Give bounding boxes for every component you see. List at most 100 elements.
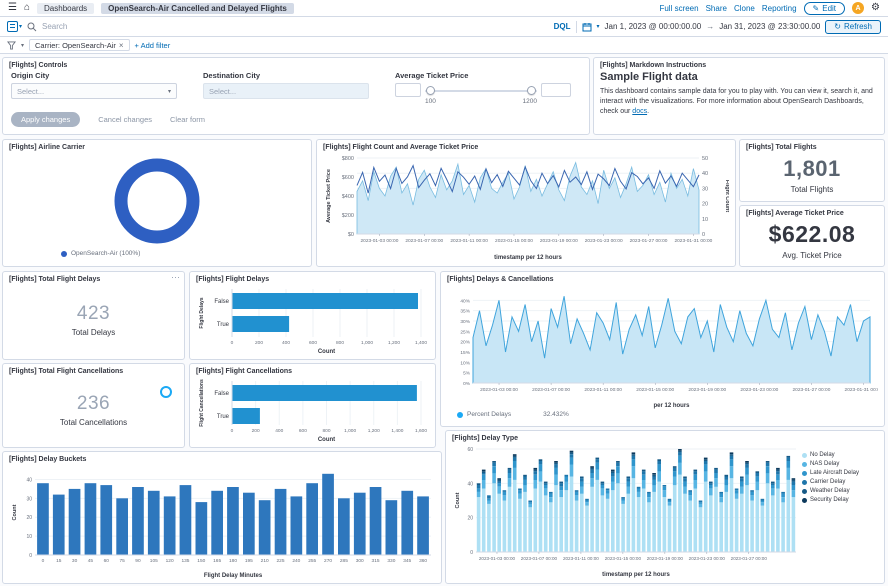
flight-delays-bar-chart[interactable]: 02004006008001,0001,2001,400FalseTrueCou… <box>196 285 429 355</box>
legend-item[interactable]: Late Aircraft Delay <box>802 470 876 476</box>
metric: 1,801 Total Flights <box>746 153 878 196</box>
panel-total-flights: [Flights] Total Flights 1,801 Total Flig… <box>739 139 885 202</box>
svg-text:135: 135 <box>181 558 189 564</box>
legend-item[interactable]: No Delay <box>802 452 876 458</box>
svg-text:800: 800 <box>336 340 344 346</box>
delay-buckets-bar-chart[interactable]: 0102030400153045607590105120135150165180… <box>9 465 435 579</box>
saved-query-menu-button[interactable]: ▾ <box>7 21 22 32</box>
destination-city-control: Destination City Select... <box>203 71 369 105</box>
legend-value: 32.432% <box>543 411 569 418</box>
breadcrumb-dashboards[interactable]: Dashboards <box>37 3 94 14</box>
panel-flight-cancellations: [Flights] Flight Cancellations 020040060… <box>189 363 436 448</box>
price-min-input[interactable] <box>395 83 421 97</box>
svg-text:1,200: 1,200 <box>388 340 400 346</box>
flight-count-price-chart[interactable]: 01020304050$0$200$400$600$8002023-01-03 … <box>323 153 729 261</box>
slider-handle-min[interactable] <box>426 86 435 95</box>
svg-text:timestamp per 12 hours: timestamp per 12 hours <box>494 255 562 261</box>
legend-item[interactable]: Weather Delay <box>802 488 876 494</box>
query-bar: ▾ DQL ▾ Jan 1, 2023 @ 00:00:00.00 → Jan … <box>0 17 888 37</box>
destination-city-label: Destination City <box>203 71 369 80</box>
legend-item[interactable]: NAS Delay <box>802 461 876 467</box>
ticket-price-label: Average Ticket Price <box>395 71 571 80</box>
filter-icon[interactable] <box>7 41 16 50</box>
apply-changes-button[interactable]: Apply changes <box>11 112 80 127</box>
metric-value: 236 <box>77 393 110 415</box>
full-screen-link[interactable]: Full screen <box>659 4 698 13</box>
price-max-input[interactable] <box>541 83 571 97</box>
svg-text:45: 45 <box>88 558 94 564</box>
metric-value: $622.08 <box>769 221 856 248</box>
avatar[interactable]: A <box>852 2 864 14</box>
panel-title: [Flights] Flight Cancellations <box>196 368 429 375</box>
add-filter-button[interactable]: + Add filter <box>135 41 171 50</box>
menu-icon[interactable]: ☰ <box>8 3 17 13</box>
svg-text:2023-01-03 00:00: 2023-01-03 00:00 <box>480 387 518 393</box>
svg-text:2023-01-19 00:00: 2023-01-19 00:00 <box>540 238 578 244</box>
price-range-slider[interactable] <box>425 84 537 97</box>
svg-text:Count: Count <box>455 492 461 508</box>
controls-row: Origin City Select... ▾ Destination City… <box>9 71 583 105</box>
docs-link[interactable]: docs <box>632 108 647 115</box>
svg-text:60: 60 <box>104 558 110 564</box>
svg-text:210: 210 <box>261 558 269 564</box>
legend-label: Carrier Delay <box>810 479 845 485</box>
svg-text:30: 30 <box>702 186 708 192</box>
delay-type-stacked-chart[interactable]: 02040602023-01-03 00:002023-01-07 00:002… <box>452 444 798 578</box>
filter-pill-carrier[interactable]: Carrier: OpenSearch-Air × <box>29 39 130 51</box>
legend-label: Late Aircraft Delay <box>810 470 859 476</box>
top-navigation-bar: ☰ ⌂ Dashboards OpenSearch-Air Cancelled … <box>0 0 888 17</box>
query-language-selector[interactable]: DQL <box>554 22 571 31</box>
svg-text:True: True <box>217 414 230 420</box>
legend-label[interactable]: Percent Delays <box>467 411 511 418</box>
reporting-link[interactable]: Reporting <box>762 4 797 13</box>
svg-text:270: 270 <box>324 558 332 564</box>
panel-action-focus-ring[interactable] <box>160 386 172 398</box>
svg-text:330: 330 <box>387 558 395 564</box>
panel-flight-count-price: [Flights] Flight Count and Average Ticke… <box>316 139 736 267</box>
destination-city-select[interactable]: Select... <box>203 83 369 99</box>
svg-text:$800: $800 <box>342 156 354 162</box>
panel-menu-icon[interactable]: ⋯ <box>171 273 180 282</box>
metric-label: Avg. Ticket Price <box>782 251 841 260</box>
remove-filter-icon[interactable]: × <box>119 41 124 50</box>
clone-link[interactable]: Clone <box>734 4 755 13</box>
flight-cancellations-bar-chart[interactable]: 02004006008001,0001,2001,4001,600FalseTr… <box>196 377 429 443</box>
metric-label: Total Delays <box>72 328 116 337</box>
share-link[interactable]: Share <box>706 4 727 13</box>
filter-bar: ▾ Carrier: OpenSearch-Air × + Add filter <box>0 37 888 54</box>
origin-city-select[interactable]: Select... ▾ <box>11 83 177 99</box>
clear-form-button[interactable]: Clear form <box>170 115 205 124</box>
svg-text:150: 150 <box>197 558 205 564</box>
markdown-heading: Sample Flight data <box>600 71 878 83</box>
legend-item[interactable]: Security Delay <box>802 497 876 503</box>
date-from[interactable]: Jan 1, 2023 @ 00:00:00.00 <box>605 22 702 31</box>
svg-text:300: 300 <box>356 558 364 564</box>
svg-text:2023-01-15 00:00: 2023-01-15 00:00 <box>605 556 642 561</box>
slider-handle-max[interactable] <box>527 86 536 95</box>
svg-text:400: 400 <box>282 340 290 346</box>
svg-text:False: False <box>214 299 229 305</box>
edit-button[interactable]: ✎Edit <box>804 2 846 15</box>
legend-item[interactable]: Carrier Delay <box>802 479 876 485</box>
svg-text:15: 15 <box>56 558 62 564</box>
cancel-changes-button[interactable]: Cancel changes <box>98 115 152 124</box>
date-to[interactable]: Jan 31, 2023 @ 23:30:00.00 <box>719 22 820 31</box>
legend-label[interactable]: OpenSearch-Air (100%) <box>71 250 140 257</box>
svg-text:5%: 5% <box>463 371 471 377</box>
home-icon[interactable]: ⌂ <box>24 3 30 13</box>
svg-text:2023-01-03 00:00: 2023-01-03 00:00 <box>479 556 516 561</box>
svg-text:600: 600 <box>309 340 317 346</box>
airline-carrier-donut-chart[interactable] <box>9 153 305 249</box>
search-input[interactable] <box>42 22 549 31</box>
chevron-down-icon: ▾ <box>19 23 22 30</box>
calendar-icon[interactable] <box>582 22 592 32</box>
svg-text:$400: $400 <box>342 194 354 200</box>
svg-text:2023-01-15 00:00: 2023-01-15 00:00 <box>495 238 533 244</box>
percent-delays-area-chart[interactable]: 0%5%10%15%20%25%30%35%40%2023-01-03 00:0… <box>447 285 878 409</box>
refresh-button[interactable]: ↻Refresh <box>825 20 881 34</box>
svg-text:60: 60 <box>467 447 473 453</box>
panel-title: [Flights] Airline Carrier <box>9 144 305 151</box>
gear-icon[interactable]: ⚙ <box>871 3 880 13</box>
svg-text:1,000: 1,000 <box>361 340 373 346</box>
svg-text:255: 255 <box>308 558 316 564</box>
